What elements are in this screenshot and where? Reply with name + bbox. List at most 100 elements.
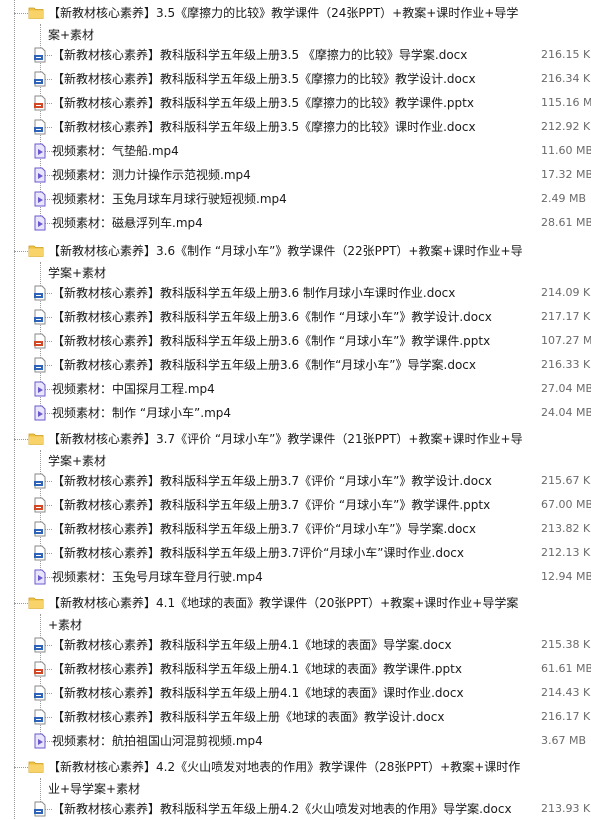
file-size: 12.94 MB: [541, 570, 591, 583]
file-name: 【新教材核心素养】教科版科学五年级上册4.1《地球的表面》导学案.docx: [52, 638, 452, 652]
file-tree: 【新教材核心素养】3.5《摩擦力的比较》教学课件（24张PPT）+教案+课时作业…: [0, 0, 591, 819]
folder-row[interactable]: 【新教材核心素养】3.6《制作 “月球小车”》教学课件（22张PPT）+教案+课…: [0, 240, 591, 280]
folder-row[interactable]: 【新教材核心素养】3.7《评价 “月球小车”》教学课件（21张PPT）+教案+课…: [0, 428, 591, 468]
file-name: 【新教材核心素养】教科版科学五年级上册《地球的表面》教学设计.docx: [52, 710, 445, 724]
file-row[interactable]: 视频素材：测力计操作示范视频.mp4 17.32 MB: [0, 164, 591, 186]
file-row[interactable]: 【新教材核心素养】教科版科学五年级上册3.7《评价 “月球小车”》教学设计.do…: [0, 470, 591, 492]
file-size: 67.00 MB: [541, 498, 591, 511]
folder-name: 【新教材核心素养】3.7《评价 “月球小车”》教学课件（21张PPT）+教案+课…: [48, 432, 523, 468]
docx-file-icon: [32, 521, 48, 537]
file-name: 【新教材核心素养】教科版科学五年级上册3.7评价“月球小车”课时作业.docx: [52, 546, 464, 560]
file-name: 视频素材：航拍祖国山河混剪视频.mp4: [52, 734, 263, 748]
pptx-file-icon: [32, 497, 48, 513]
docx-file-icon: [32, 637, 48, 653]
video-file-icon: [32, 733, 48, 749]
folder-row[interactable]: 【新教材核心素养】4.1《地球的表面》教学课件（20张PPT）+教案+课时作业+…: [0, 592, 591, 632]
file-name: 【新教材核心素养】教科版科学五年级上册3.6《制作“月球小车”》导学案.docx: [52, 358, 476, 372]
file-name: 【新教材核心素养】教科版科学五年级上册3.6《制作 “月球小车”》教学设计.do…: [52, 310, 492, 324]
file-row[interactable]: 视频素材：气垫船.mp4 11.60 MB: [0, 140, 591, 162]
file-row[interactable]: 【新教材核心素养】教科版科学五年级上册4.1《地球的表面》课时作业.docx 21…: [0, 682, 591, 704]
file-row[interactable]: 视频素材：玉兔号月球车登月行驶.mp4 12.94 MB: [0, 566, 591, 588]
file-row[interactable]: 【新教材核心素养】教科版科学五年级上册3.6《制作“月球小车”》导学案.docx…: [0, 354, 591, 376]
docx-file-icon: [32, 119, 48, 135]
video-file-icon: [32, 381, 48, 397]
folder-icon: [28, 5, 44, 21]
file-name: 视频素材：中国探月工程.mp4: [52, 382, 215, 396]
folder-name: 【新教材核心素养】3.6《制作 “月球小车”》教学课件（22张PPT）+教案+课…: [48, 244, 523, 280]
folder-name: 【新教材核心素养】4.1《地球的表面》教学课件（20张PPT）+教案+课时作业+…: [48, 596, 519, 632]
video-file-icon: [32, 191, 48, 207]
file-row[interactable]: 视频素材：制作 “月球小车”.mp4 24.04 MB: [0, 402, 591, 424]
file-size: 215.67 KB: [541, 474, 591, 487]
file-name: 视频素材：制作 “月球小车”.mp4: [52, 406, 232, 420]
pptx-file-icon: [32, 95, 48, 111]
file-name: 【新教材核心素养】教科版科学五年级上册3.6《制作 “月球小车”》教学课件.pp…: [52, 334, 491, 348]
file-size: 216.15 KB: [541, 48, 591, 61]
file-row[interactable]: 【新教材核心素养】教科版科学五年级上册《地球的表面》教学设计.docx 216.1…: [0, 706, 591, 728]
file-row[interactable]: 【新教材核心素养】教科版科学五年级上册3.6《制作 “月球小车”》教学设计.do…: [0, 306, 591, 328]
tree-branch-line: [14, 767, 28, 768]
tree-branch-line: [14, 603, 28, 604]
folder-icon: [28, 759, 44, 775]
file-name: 【新教材核心素养】教科版科学五年级上册3.7《评价 “月球小车”》教学设计.do…: [52, 474, 492, 488]
file-row[interactable]: 【新教材核心素养】教科版科学五年级上册3.7评价“月球小车”课时作业.docx 2…: [0, 542, 591, 564]
file-size: 115.16 MB: [541, 96, 591, 109]
file-name: 【新教材核心素养】教科版科学五年级上册3.6 制作月球小车课时作业.docx: [52, 286, 456, 300]
docx-file-icon: [32, 473, 48, 489]
file-size: 11.60 MB: [541, 144, 591, 157]
file-row[interactable]: 【新教材核心素养】教科版科学五年级上册3.6《制作 “月球小车”》教学课件.pp…: [0, 330, 591, 352]
file-row[interactable]: 【新教材核心素养】教科版科学五年级上册3.7《评价“月球小车”》导学案.docx…: [0, 518, 591, 540]
pptx-file-icon: [32, 333, 48, 349]
file-size: 213.82 KB: [541, 522, 591, 535]
file-row[interactable]: 【新教材核心素养】教科版科学五年级上册3.7《评价 “月球小车”》教学课件.pp…: [0, 494, 591, 516]
file-row[interactable]: 【新教材核心素养】教科版科学五年级上册4.1《地球的表面》教学课件.pptx 61…: [0, 658, 591, 680]
file-row[interactable]: 【新教材核心素养】教科版科学五年级上册3.5 《摩擦力的比较》导学案.docx 2…: [0, 44, 591, 66]
file-row[interactable]: 【新教材核心素养】教科版科学五年级上册3.5《摩擦力的比较》课时作业.docx 2…: [0, 116, 591, 138]
tree-branch-line: [14, 251, 28, 252]
file-size: 107.27 MB: [541, 334, 591, 347]
file-size: 214.09 KB: [541, 286, 591, 299]
file-row[interactable]: 【新教材核心素养】教科版科学五年级上册4.1《地球的表面》导学案.docx 215…: [0, 634, 591, 656]
video-file-icon: [32, 215, 48, 231]
file-name: 视频素材：气垫船.mp4: [52, 144, 179, 158]
file-name: 【新教材核心素养】教科版科学五年级上册3.7《评价 “月球小车”》教学课件.pp…: [52, 498, 491, 512]
file-name: 视频素材：玉兔号月球车登月行驶.mp4: [52, 570, 263, 584]
docx-file-icon: [32, 801, 48, 817]
file-row[interactable]: 【新教材核心素养】教科版科学五年级上册3.5《摩擦力的比较》教学设计.docx 2…: [0, 68, 591, 90]
tree-branch-line: [14, 439, 28, 440]
video-file-icon: [32, 167, 48, 183]
video-file-icon: [32, 143, 48, 159]
file-size: 215.38 KB: [541, 638, 591, 651]
file-name: 【新教材核心素养】教科版科学五年级上册3.5《摩擦力的比较》课时作业.docx: [52, 120, 476, 134]
video-file-icon: [32, 569, 48, 585]
docx-file-icon: [32, 309, 48, 325]
file-name: 视频素材：玉兔月球车月球行驶短视频.mp4: [52, 192, 287, 206]
folder-row[interactable]: 【新教材核心素养】3.5《摩擦力的比较》教学课件（24张PPT）+教案+课时作业…: [0, 2, 591, 42]
file-row[interactable]: 视频素材：中国探月工程.mp4 27.04 MB: [0, 378, 591, 400]
file-name: 【新教材核心素养】教科版科学五年级上册4.1《地球的表面》教学课件.pptx: [52, 662, 462, 676]
file-name: 【新教材核心素养】教科版科学五年级上册4.1《地球的表面》课时作业.docx: [52, 686, 464, 700]
docx-file-icon: [32, 709, 48, 725]
file-row[interactable]: 【新教材核心素养】教科版科学五年级上册4.2《火山喷发对地表的作用》导学案.do…: [0, 798, 591, 820]
file-name: 视频素材：测力计操作示范视频.mp4: [52, 168, 251, 182]
docx-file-icon: [32, 685, 48, 701]
file-row[interactable]: 【新教材核心素养】教科版科学五年级上册3.6 制作月球小车课时作业.docx 21…: [0, 282, 591, 304]
folder-name: 【新教材核心素养】3.5《摩擦力的比较》教学课件（24张PPT）+教案+课时作业…: [48, 6, 519, 42]
file-row[interactable]: 【新教材核心素养】教科版科学五年级上册3.5《摩擦力的比较》教学课件.pptx 1…: [0, 92, 591, 114]
docx-file-icon: [32, 285, 48, 301]
file-size: 216.34 KB: [541, 72, 591, 85]
file-size: 24.04 MB: [541, 406, 591, 419]
folder-icon: [28, 431, 44, 447]
pptx-file-icon: [32, 661, 48, 677]
folder-icon: [28, 243, 44, 259]
file-row[interactable]: 视频素材：玉兔月球车月球行驶短视频.mp4 2.49 MB: [0, 188, 591, 210]
video-file-icon: [32, 405, 48, 421]
file-size: 213.93 KB: [541, 802, 591, 815]
file-name: 【新教材核心素养】教科版科学五年级上册3.5 《摩擦力的比较》导学案.docx: [52, 48, 468, 62]
file-row[interactable]: 视频素材：航拍祖国山河混剪视频.mp4 3.67 MB: [0, 730, 591, 752]
file-size: 27.04 MB: [541, 382, 591, 395]
folder-row[interactable]: 【新教材核心素养】4.2《火山喷发对地表的作用》教学课件（28张PPT）+教案+…: [0, 756, 591, 796]
docx-file-icon: [32, 545, 48, 561]
file-row[interactable]: 视频素材：磁悬浮列车.mp4 28.61 MB: [0, 212, 591, 234]
file-name: 【新教材核心素养】教科版科学五年级上册3.5《摩擦力的比较》教学课件.pptx: [52, 96, 474, 110]
